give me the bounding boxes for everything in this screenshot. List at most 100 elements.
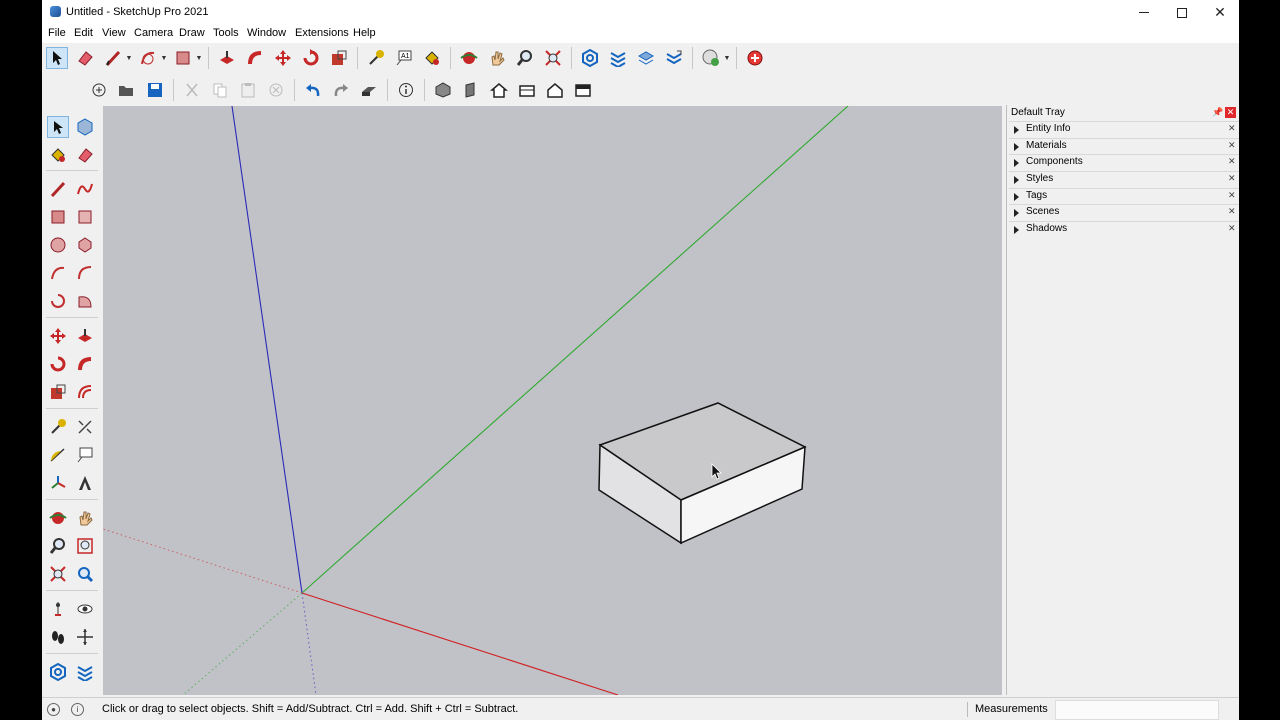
extension-warehouse-button[interactable]: [607, 47, 629, 69]
arc-tool-button[interactable]: [137, 47, 159, 69]
tray-close-button[interactable]: ✕: [1225, 107, 1236, 118]
line-dropdown[interactable]: ▼: [125, 47, 133, 69]
move-tool-button[interactable]: [272, 47, 294, 69]
palette-text-button[interactable]: [74, 444, 96, 466]
menu-file[interactable]: File: [48, 27, 66, 39]
left-view-button[interactable]: [572, 79, 594, 101]
panel-close-icon[interactable]: ✕: [1228, 173, 1236, 184]
palette-rectangle-button[interactable]: [47, 206, 69, 228]
select-tool-button[interactable]: [46, 47, 68, 69]
panel-materials[interactable]: Materials ✕: [1009, 137, 1239, 155]
menu-edit[interactable]: Edit: [74, 27, 93, 39]
minimize-button[interactable]: [1125, 0, 1163, 25]
model-viewport[interactable]: [103, 106, 1002, 695]
palette-pan-button[interactable]: [74, 507, 96, 529]
palette-previous-view-button[interactable]: [74, 563, 96, 585]
menu-window[interactable]: Window: [247, 27, 286, 39]
copy-button[interactable]: [209, 79, 231, 101]
cut-button[interactable]: [181, 79, 203, 101]
menu-draw[interactable]: Draw: [179, 27, 205, 39]
close-button[interactable]: ✕: [1201, 0, 1239, 25]
right-view-button[interactable]: [516, 79, 538, 101]
panel-close-icon[interactable]: ✕: [1228, 140, 1236, 151]
menu-tools[interactable]: Tools: [213, 27, 239, 39]
palette-warehouse-button[interactable]: [47, 661, 69, 683]
palette-push-pull-button[interactable]: [74, 325, 96, 347]
text-tool-button[interactable]: A1: [393, 47, 415, 69]
palette-rotated-rectangle-button[interactable]: [74, 206, 96, 228]
palette-orbit-button[interactable]: [47, 507, 69, 529]
panel-tags[interactable]: Tags ✕: [1009, 187, 1239, 205]
warehouse-button[interactable]: [579, 47, 601, 69]
palette-line-button[interactable]: [47, 178, 69, 200]
tape-measure-tool-button[interactable]: [365, 47, 387, 69]
panel-close-icon[interactable]: ✕: [1228, 206, 1236, 217]
palette-make-component-button[interactable]: [74, 116, 96, 138]
palette-arc-button[interactable]: [47, 262, 69, 284]
palette-pie-button[interactable]: [74, 290, 96, 312]
geo-location-status-icon[interactable]: ●: [47, 703, 60, 716]
palette-polygon-button[interactable]: [74, 234, 96, 256]
palette-zoom-button[interactable]: [47, 535, 69, 557]
ruby-console-button[interactable]: [744, 47, 766, 69]
new-button[interactable]: [88, 79, 110, 101]
box-geometry[interactable]: [598, 402, 807, 545]
palette-look-around-button[interactable]: [74, 598, 96, 620]
palette-zoom-window-button[interactable]: [74, 535, 96, 557]
palette-eraser-button[interactable]: [74, 144, 96, 166]
palette-axes-button[interactable]: [47, 472, 69, 494]
print-button[interactable]: [358, 79, 380, 101]
orbit-tool-button[interactable]: [458, 47, 480, 69]
scale-tool-button[interactable]: [328, 47, 350, 69]
scene-canvas[interactable]: [103, 106, 1002, 695]
eraser-tool-button[interactable]: [74, 47, 96, 69]
panel-scenes[interactable]: Scenes ✕: [1009, 204, 1239, 221]
panel-shadows[interactable]: Shadows ✕: [1009, 221, 1239, 238]
palette-walk-button[interactable]: [47, 626, 69, 648]
menu-view[interactable]: View: [102, 27, 126, 39]
palette-3pt-arc-button[interactable]: [47, 290, 69, 312]
zoom-tool-button[interactable]: [514, 47, 536, 69]
panel-close-icon[interactable]: ✕: [1228, 223, 1236, 234]
palette-scale-button[interactable]: [47, 381, 69, 403]
delete-button[interactable]: [265, 79, 287, 101]
geo-location-button[interactable]: [700, 47, 722, 69]
palette-3d-text-button[interactable]: [74, 472, 96, 494]
measurements-input[interactable]: [1055, 700, 1219, 720]
line-tool-button[interactable]: [102, 47, 124, 69]
undo-button[interactable]: [302, 79, 324, 101]
palette-zoom-extents-button[interactable]: [47, 563, 69, 585]
paste-button[interactable]: [237, 79, 259, 101]
open-button[interactable]: [116, 79, 138, 101]
layout-button[interactable]: [635, 47, 657, 69]
palette-circle-button[interactable]: [47, 234, 69, 256]
panel-entity-info[interactable]: Entity Info ✕: [1009, 121, 1239, 138]
palette-extension-warehouse-button[interactable]: [74, 661, 96, 683]
menu-extensions[interactable]: Extensions: [295, 27, 349, 39]
panel-components[interactable]: Components ✕: [1009, 154, 1239, 171]
maximize-button[interactable]: [1163, 0, 1201, 25]
palette-protractor-button[interactable]: [47, 444, 69, 466]
rectangle-dropdown[interactable]: ▼: [195, 47, 203, 69]
palette-dimension-button[interactable]: [74, 416, 96, 438]
push-pull-tool-button[interactable]: [216, 47, 238, 69]
credits-info-icon[interactable]: i: [71, 703, 84, 716]
palette-rotate-button[interactable]: [47, 353, 69, 375]
zoom-extents-tool-button[interactable]: [542, 47, 564, 69]
palette-freehand-button[interactable]: [74, 178, 96, 200]
follow-me-tool-button[interactable]: [244, 47, 266, 69]
palette-offset-button[interactable]: [74, 381, 96, 403]
model-info-button[interactable]: [395, 79, 417, 101]
pan-tool-button[interactable]: [486, 47, 508, 69]
palette-position-camera-button[interactable]: [47, 598, 69, 620]
palette-move-button[interactable]: [47, 325, 69, 347]
front-view-button[interactable]: [488, 79, 510, 101]
rotate-tool-button[interactable]: [300, 47, 322, 69]
panel-close-icon[interactable]: ✕: [1228, 156, 1236, 167]
panel-close-icon[interactable]: ✕: [1228, 190, 1236, 201]
palette-follow-me-button[interactable]: [74, 353, 96, 375]
top-view-button[interactable]: [460, 79, 482, 101]
palette-2pt-arc-button[interactable]: [74, 262, 96, 284]
geo-location-dropdown[interactable]: ▼: [723, 47, 731, 69]
palette-paint-bucket-button[interactable]: [47, 144, 69, 166]
